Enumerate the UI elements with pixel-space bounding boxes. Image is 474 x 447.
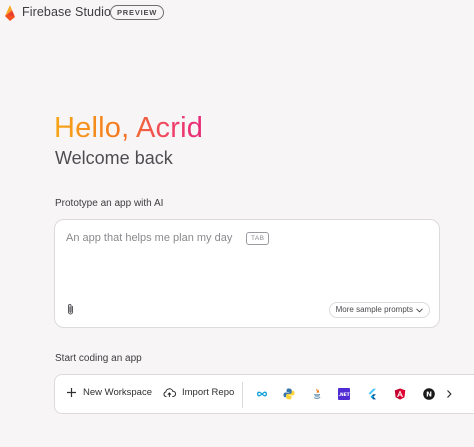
plus-icon xyxy=(67,388,76,397)
chevron-down-icon xyxy=(416,307,423,313)
top-header: Firebase Studio PREVIEW xyxy=(0,0,474,26)
app-title: Firebase Studio xyxy=(22,5,112,19)
import-repo-button[interactable]: Import Repo xyxy=(163,387,234,398)
preview-badge: PREVIEW xyxy=(110,5,165,20)
nextjs-icon[interactable]: N xyxy=(423,388,435,400)
more-sample-prompts-label: More sample prompts xyxy=(335,305,413,314)
start-coding-bar: New Workspace Import Repo .NET N xyxy=(54,374,474,414)
dotnet-icon-text: .NET xyxy=(338,392,349,398)
cloud-upload-icon xyxy=(163,388,176,397)
flutter-icon[interactable] xyxy=(366,388,378,400)
firebase-logo-icon[interactable] xyxy=(4,4,16,22)
paperclip-icon[interactable] xyxy=(66,303,75,316)
tab-key-hint: TAB xyxy=(246,232,270,245)
angular-icon[interactable] xyxy=(394,388,406,400)
welcome-subtitle: Welcome back xyxy=(55,148,173,168)
dotnet-icon[interactable]: .NET xyxy=(338,388,350,400)
toolbar-divider xyxy=(242,382,243,408)
prompt-input-card[interactable]: An app that helps me plan my day TAB Mor… xyxy=(54,219,440,328)
greeting-title: Hello, Acrid xyxy=(54,112,204,144)
import-repo-label: Import Repo xyxy=(182,387,235,398)
nextjs-icon-text: N xyxy=(426,391,432,399)
coding-section-label: Start coding an app xyxy=(55,353,142,364)
new-workspace-button[interactable]: New Workspace xyxy=(66,387,152,398)
python-icon[interactable] xyxy=(283,388,295,400)
java-icon[interactable] xyxy=(311,388,323,400)
more-sample-prompts-button[interactable]: More sample prompts xyxy=(328,302,430,318)
prototype-section-label: Prototype an app with AI xyxy=(55,198,164,209)
prompt-input[interactable]: An app that helps me plan my day xyxy=(66,232,232,244)
chevron-right-icon[interactable] xyxy=(445,388,453,400)
new-workspace-label: New Workspace xyxy=(83,387,152,398)
infinity-icon[interactable] xyxy=(256,388,268,400)
